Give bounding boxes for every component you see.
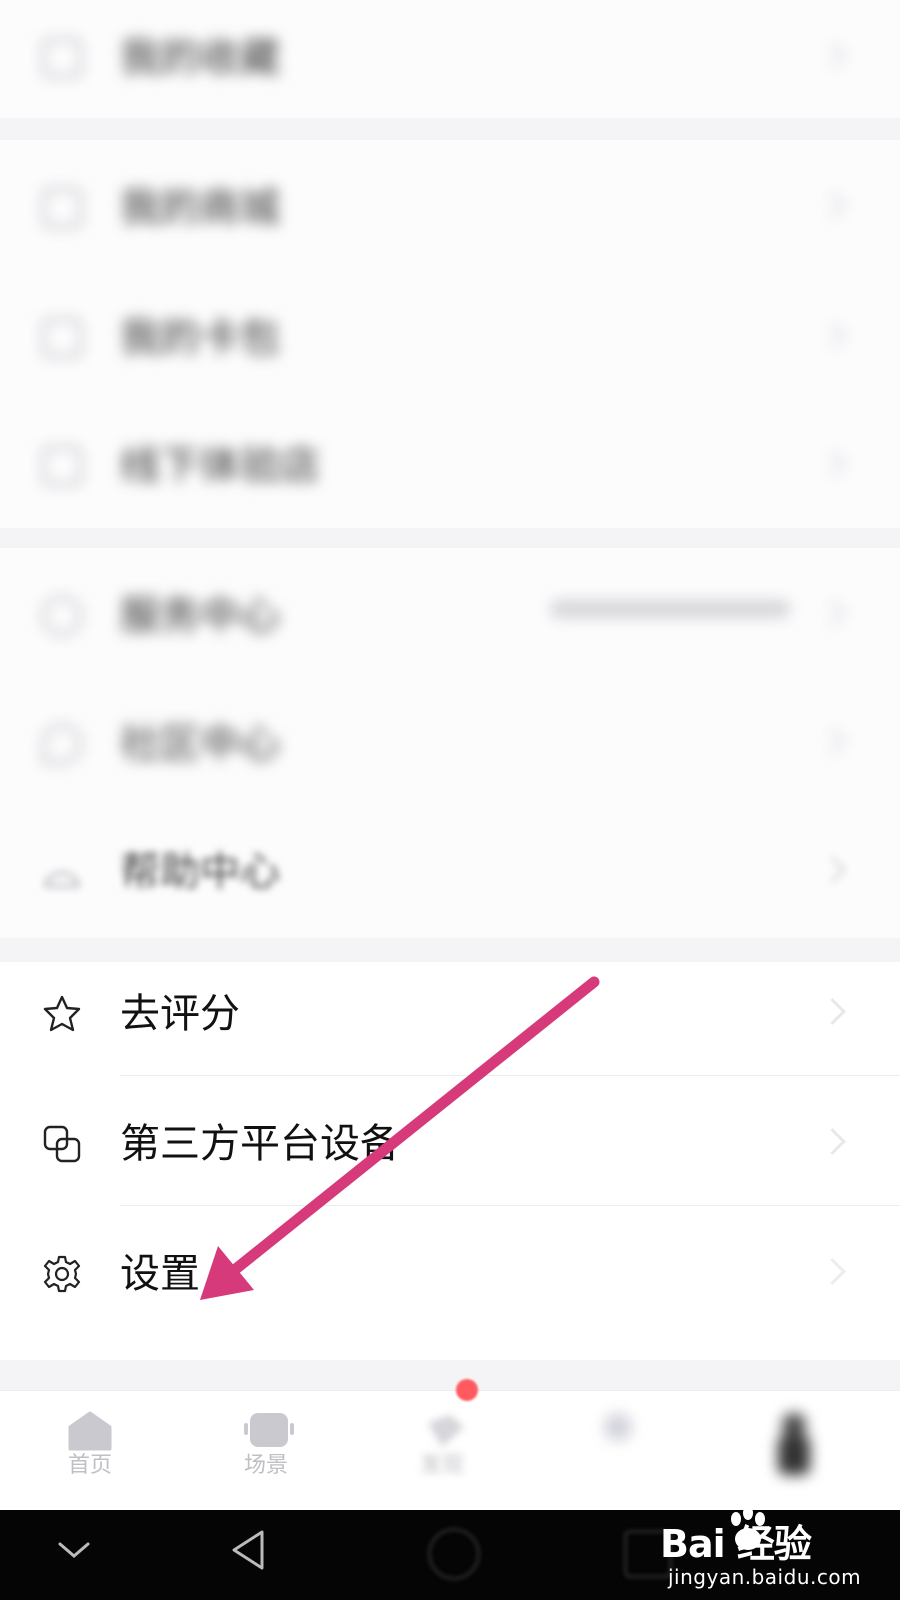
tab-profile[interactable]: [528, 1391, 708, 1511]
menu-item-label: 第三方平台设备: [120, 1121, 400, 1167]
chevron-right-icon: [819, 728, 846, 755]
menu-item-label: 社区中心: [120, 721, 280, 767]
chevron-right-icon: [819, 322, 846, 349]
paw-icon: [731, 1506, 765, 1550]
menu-item-rate[interactable]: 去评分: [0, 946, 900, 1076]
service-hotline: [550, 600, 790, 618]
card-icon: [42, 318, 82, 358]
service-section: 服务中心 社区中心 帮助中心: [0, 548, 900, 938]
tab-me[interactable]: [704, 1391, 884, 1511]
shopping-section: 我的商城 我的卡包 线下体验店: [0, 140, 900, 528]
chevron-right-icon: [819, 1128, 846, 1155]
nav-collapse-button[interactable]: [56, 1538, 92, 1566]
nav-back-button[interactable]: [228, 1528, 268, 1576]
tab-scene[interactable]: 场景: [176, 1391, 356, 1511]
chat-icon: [42, 724, 82, 764]
chevron-right-icon: [819, 42, 846, 69]
profile-icon: [596, 1411, 640, 1447]
baidu-jingyan-watermark: Bai 经验 jingyan.baidu.com: [660, 1505, 862, 1595]
scene-icon: [244, 1411, 294, 1447]
menu-item-service[interactable]: 服务中心: [0, 548, 900, 678]
favorite-icon: [42, 38, 82, 78]
tab-home[interactable]: 首页: [0, 1391, 180, 1511]
favorites-section: 我的收藏: [0, 0, 900, 118]
tab-discover[interactable]: 发现: [352, 1391, 532, 1511]
bottom-tab-bar: 首页 场景 发现: [0, 1379, 900, 1511]
menu-item-label: 我的卡包: [120, 315, 280, 361]
menu-item-label: 帮助中心: [120, 849, 280, 895]
menu-item-help[interactable]: 帮助中心: [0, 804, 900, 934]
menu-item-label: 服务中心: [120, 593, 280, 639]
devices-icon: [42, 1124, 82, 1164]
me-icon: [772, 1411, 816, 1475]
help-icon: [42, 852, 82, 892]
menu-item-label: 线下体验店: [120, 443, 320, 489]
nav-home-button[interactable]: [428, 1528, 480, 1580]
menu-item-settings[interactable]: 设置: [0, 1206, 900, 1336]
bag-icon: [42, 188, 82, 228]
notification-badge: [456, 1379, 478, 1401]
chevron-right-icon: [819, 856, 846, 883]
discover-icon: [420, 1411, 464, 1447]
menu-item-mall[interactable]: 我的商城: [0, 140, 900, 270]
menu-item-community[interactable]: 社区中心: [0, 676, 900, 806]
tab-label: 发现: [419, 1453, 464, 1478]
menu-item-label: 我的收藏: [120, 35, 280, 81]
back-triangle-icon: [232, 1530, 264, 1570]
tab-label: 首页: [67, 1453, 112, 1478]
menu-item-store[interactable]: 线下体验店: [0, 398, 900, 528]
home-icon: [68, 1411, 112, 1451]
menu-item-label: 设置: [120, 1251, 200, 1297]
star-icon: [42, 994, 82, 1034]
menu-item-third-party-devices[interactable]: 第三方平台设备: [0, 1076, 900, 1206]
watermark-url: jingyan.baidu.com: [668, 1565, 862, 1589]
settings-section: 去评分 第三方平台设备 设置: [0, 962, 900, 1360]
menu-item-label: 去评分: [120, 991, 240, 1037]
chevron-down-icon: [58, 1542, 90, 1558]
gear-icon: [42, 1254, 82, 1294]
tab-label: 场景: [243, 1453, 288, 1478]
menu-item-cards[interactable]: 我的卡包: [0, 270, 900, 400]
chevron-right-icon: [819, 998, 846, 1025]
store-icon: [42, 446, 82, 486]
headset-icon: [42, 596, 82, 636]
menu-item-favorites[interactable]: 我的收藏: [0, 0, 900, 120]
chevron-right-icon: [819, 192, 846, 219]
chevron-right-icon: [819, 600, 846, 627]
menu-item-label: 我的商城: [120, 185, 280, 231]
chevron-right-icon: [819, 450, 846, 477]
chevron-right-icon: [819, 1258, 846, 1285]
